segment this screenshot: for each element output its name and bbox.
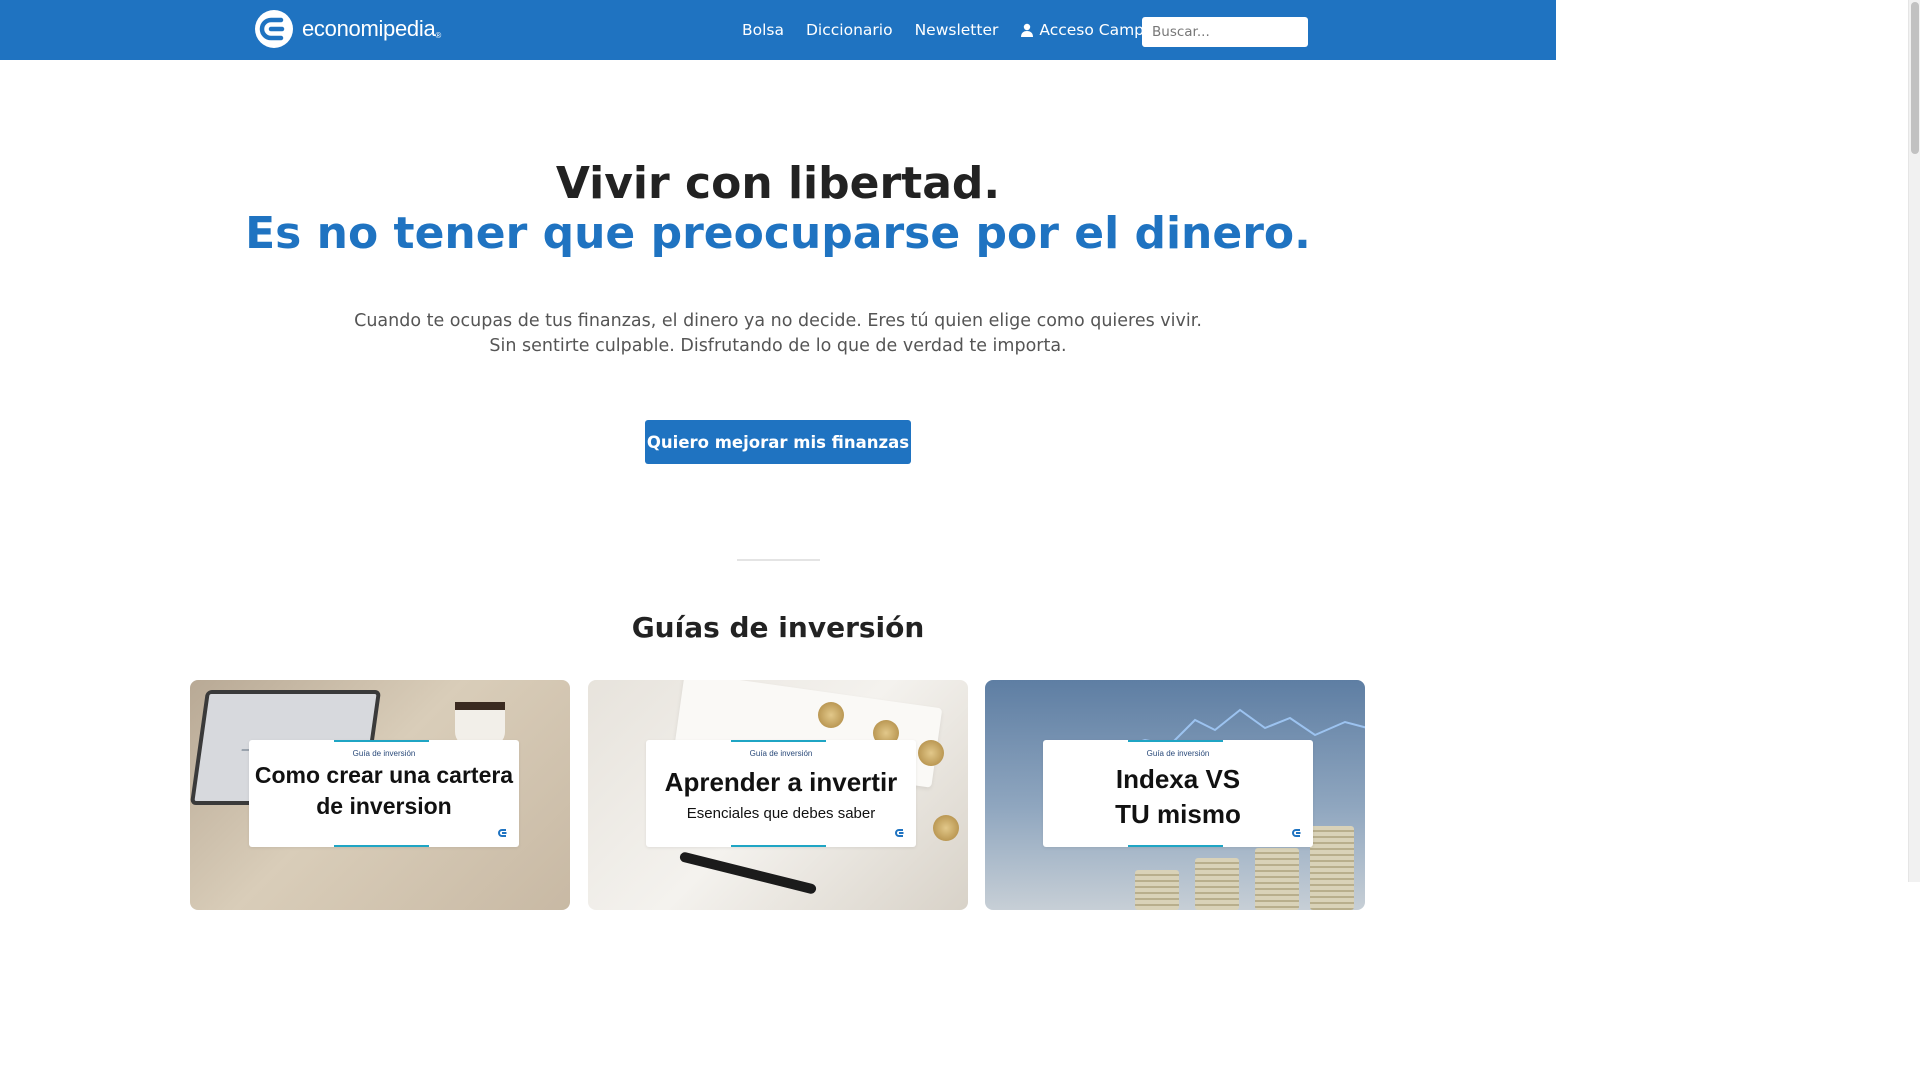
coin-illustration (933, 815, 959, 841)
guide-heading: Como crear una cartera de inversion (254, 762, 514, 819)
guide-subheading: Esenciales que debes saber (686, 805, 876, 822)
guide-heading: Aprender a invertir (664, 767, 898, 797)
accent-rule (731, 740, 826, 742)
top-navbar: economipedia® Bolsa Diccionario Newslett… (0, 0, 1556, 60)
mini-logo-icon (498, 829, 507, 837)
hero-text-line: Sin sentirte culpable. Disfrutando de lo… (489, 336, 1067, 356)
nav-link-acceso-campus[interactable]: Acceso Campus (1020, 21, 1162, 39)
guide-tag: Guía de inversión (352, 749, 416, 758)
guide-tag: Guía de inversión (749, 749, 813, 758)
logo-text: economipedia® (302, 16, 441, 41)
nav-label: Diccionario (806, 21, 893, 39)
coin-stack-illustration (1255, 848, 1299, 910)
guide-card-label: Guía de inversión Aprender a invertir Es… (646, 740, 916, 847)
mini-logo-icon (895, 829, 904, 837)
guide-card-label: Guía de inversión Como crear una cartera… (249, 740, 519, 847)
coin-stack-illustration (1310, 826, 1354, 910)
search-input[interactable] (1142, 17, 1308, 47)
accent-rule (731, 845, 826, 847)
guide-card-indexa[interactable]: Guía de inversión Indexa VS TU mismo (985, 680, 1365, 910)
nav-link-diccionario[interactable]: Diccionario (806, 21, 893, 39)
coin-stack-illustration (1135, 870, 1179, 910)
pen-illustration (678, 851, 818, 895)
accent-rule (1128, 740, 1223, 742)
page-scrollbar[interactable] (1908, 0, 1920, 882)
scrollbar-thumb[interactable] (1911, 2, 1919, 154)
guide-tag: Guía de inversión (1146, 749, 1210, 758)
nav-label: Bolsa (742, 21, 784, 39)
improve-finances-button[interactable]: Quiero mejorar mis finanzas (645, 420, 911, 464)
user-icon (1021, 23, 1034, 37)
accent-rule (1128, 845, 1223, 847)
hero-title: Vivir con libertad. (555, 158, 1001, 209)
accent-rule (334, 740, 429, 742)
nav-label: Newsletter (914, 21, 999, 39)
coin-stack-illustration (1195, 858, 1239, 910)
section-divider (737, 559, 820, 561)
guide-heading: Indexa VS TU mismo (1115, 764, 1241, 829)
coin-illustration (818, 702, 844, 728)
guides-section-title: Guías de inversión (631, 611, 925, 644)
main-nav: Bolsa Diccionario Newsletter Acceso Camp… (742, 0, 1184, 60)
guide-card-aprender[interactable]: Guía de inversión Aprender a invertir Es… (588, 680, 968, 910)
hero-text-line: Cuando te ocupas de tus finanzas, el din… (354, 311, 1202, 331)
coin-illustration (918, 740, 944, 766)
mini-logo-icon (1292, 829, 1301, 837)
guide-card-cartera[interactable]: Guía de inversión Como crear una cartera… (190, 680, 570, 910)
hero-subtitle: Es no tener que preocuparse por el diner… (245, 208, 1311, 259)
guide-card-label: Guía de inversión Indexa VS TU mismo (1043, 740, 1313, 847)
economipedia-logo-icon (255, 10, 293, 48)
hero-description: Cuando te ocupas de tus finanzas, el din… (0, 309, 1556, 359)
nav-link-bolsa[interactable]: Bolsa (742, 21, 784, 39)
accent-rule (334, 845, 429, 847)
nav-link-newsletter[interactable]: Newsletter (915, 21, 999, 39)
site-logo[interactable]: economipedia® (254, 9, 441, 49)
